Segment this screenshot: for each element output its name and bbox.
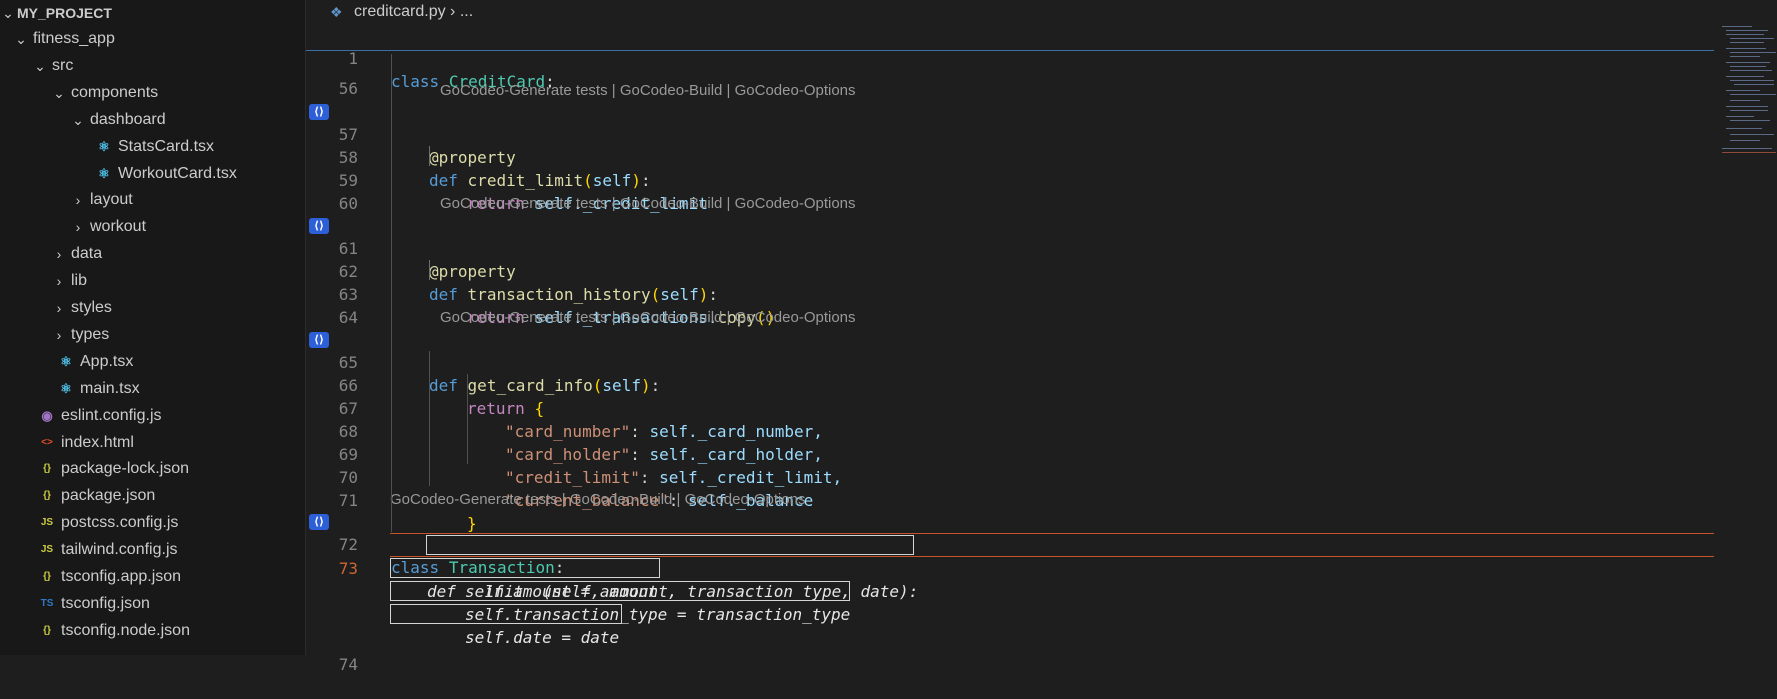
- explorer-sidebar: ⌄ MY_PROJECT ⌄ fitness_app ⌄ src ⌄ components…: [0, 0, 306, 655]
- explorer-root-label: MY_PROJECT: [17, 5, 112, 21]
- sticky-scroll-border: [306, 50, 1714, 51]
- code-line-67[interactable]: 67 "card_number": self._card_number,: [306, 374, 1714, 441]
- tree-label: WorkoutCard.tsx: [118, 164, 237, 182]
- indent-guide: [429, 146, 430, 166]
- chevron-down-icon: ⌄: [34, 57, 46, 74]
- code-line-59[interactable]: 59 return self._credit_limit: [306, 146, 1714, 213]
- chevron-down-icon: ⌄: [15, 31, 27, 47]
- tree-label: src: [52, 56, 74, 74]
- react-file-icon: ⚛: [98, 165, 110, 181]
- codelens-gocodeo[interactable]: GoCodeo-Generate tests | GoCodeo-Build |…: [440, 79, 856, 102]
- tree-label: workout: [90, 218, 147, 236]
- json-file-icon: {}: [43, 463, 51, 475]
- line-number: 64: [338, 308, 358, 327]
- tree-label: dashboard: [90, 110, 166, 128]
- ts-file-icon: TS: [40, 597, 54, 609]
- line-number: 71: [338, 491, 358, 510]
- tree-label: App.tsx: [80, 352, 134, 370]
- tree-label: layout: [90, 191, 133, 209]
- code-line-1[interactable]: 1 class CreditCard:: [306, 24, 1714, 91]
- indent-guide: [429, 260, 430, 280]
- code-line-62[interactable]: 62 def transaction_history(self):: [306, 237, 1714, 304]
- code-line-70[interactable]: 70 "current_balance": self._balance: [306, 443, 1714, 510]
- html-file-icon: <>: [41, 436, 53, 448]
- suggestion-box: [426, 535, 914, 555]
- suggestion-box: [390, 581, 850, 601]
- tree-label: main.tsx: [80, 379, 140, 397]
- chevron-right-icon: ›: [56, 273, 62, 290]
- tree-label: postcss.config.js: [61, 514, 179, 532]
- code-line-71[interactable]: 71 }: [306, 466, 1714, 533]
- codelens-gocodeo[interactable]: GoCodeo-Generate tests | GoCodeo-Build |…: [440, 192, 856, 215]
- code-line-57[interactable]: 57 @property: [306, 100, 1714, 167]
- chevron-right-icon: ›: [56, 326, 62, 343]
- chevron-right-icon: ›: [56, 246, 62, 263]
- tree-label: tsconfig.json: [61, 594, 150, 612]
- code-line-58[interactable]: 58 def credit_limit(self):: [306, 123, 1714, 190]
- breadcrumb: ❖ creditcard.py › ...: [306, 0, 1777, 24]
- json-file-icon: {}: [43, 624, 51, 636]
- chevron-right-icon: ›: [75, 219, 81, 236]
- indent-guide: [391, 54, 392, 532]
- breadcrumb-file[interactable]: creditcard.py › ...: [354, 0, 473, 24]
- tree-label: tsconfig.node.json: [61, 621, 190, 639]
- indent-guide: [429, 351, 430, 486]
- code-line-56[interactable]: 56: [306, 54, 1714, 98]
- tree-label: package.json: [61, 487, 156, 505]
- react-file-icon: ⚛: [60, 353, 72, 369]
- minimap[interactable]: [1716, 24, 1777, 184]
- line-number: 56: [338, 79, 358, 98]
- code-line-65[interactable]: 65 def get_card_info(self):: [306, 328, 1714, 395]
- tree-label: tailwind.config.js: [61, 541, 178, 559]
- tree-label: fitness_app: [33, 30, 115, 47]
- chevron-right-icon: ›: [56, 300, 62, 316]
- python-file-icon: ❖: [330, 4, 343, 20]
- chevron-down-icon: ⌄: [72, 111, 84, 128]
- code-line-72[interactable]: 72 class Transaction:: [306, 510, 1714, 577]
- tree-label: styles: [71, 299, 112, 316]
- tree-label: lib: [71, 272, 88, 290]
- tree-label: eslint.config.js: [61, 406, 162, 424]
- tree-label: index.html: [61, 433, 134, 451]
- code-line-64[interactable]: 64: [306, 283, 1714, 327]
- react-file-icon: ⚛: [60, 380, 72, 396]
- eslint-file-icon: ◉: [41, 407, 53, 423]
- tree-label: package-lock.json: [61, 460, 190, 478]
- line-number: 74: [338, 655, 358, 674]
- code-line-66[interactable]: 66 return {: [306, 351, 1714, 418]
- tree-label: types: [71, 325, 110, 343]
- code-line-74[interactable]: 74: [306, 630, 1714, 674]
- code-line-69[interactable]: 69 "credit_limit": self._credit_limit,: [306, 420, 1714, 487]
- code-line-60[interactable]: 60: [306, 169, 1714, 213]
- indent-guide: [467, 374, 468, 464]
- js-file-icon: JS: [40, 517, 54, 529]
- code-line-61[interactable]: 61 @property: [306, 214, 1714, 281]
- js-file-icon: JS: [40, 544, 54, 556]
- chevron-down-icon: ⌄: [53, 84, 65, 101]
- json-file-icon: {}: [43, 490, 51, 502]
- tree-label: StatsCard.tsx: [118, 137, 215, 155]
- code-editor[interactable]: ❖ creditcard.py › ... 1 class CreditCard…: [306, 0, 1777, 674]
- suggestion-box: [390, 558, 660, 578]
- tree-label: data: [71, 245, 103, 263]
- codelens-gocodeo[interactable]: GoCodeo-Generate tests | GoCodeo-Build |…: [440, 306, 856, 329]
- codelens-gocodeo[interactable]: GoCodeo-Generate tests | GoCodeo-Build |…: [390, 488, 806, 511]
- chevron-down-icon: ⌄: [2, 5, 14, 21]
- chevron-right-icon: ›: [75, 192, 81, 209]
- json-file-icon: {}: [43, 571, 51, 582]
- code-line-63[interactable]: 63 return self._transactions.copy(): [306, 260, 1714, 327]
- line-number: 60: [338, 194, 358, 213]
- code-line-68[interactable]: 68 "card_holder": self._card_holder,: [306, 397, 1714, 464]
- suggestion-box: [390, 604, 622, 624]
- tree-label: tsconfig.app.json: [61, 568, 182, 585]
- tree-label: components: [71, 83, 159, 101]
- react-file-icon: ⚛: [98, 138, 110, 154]
